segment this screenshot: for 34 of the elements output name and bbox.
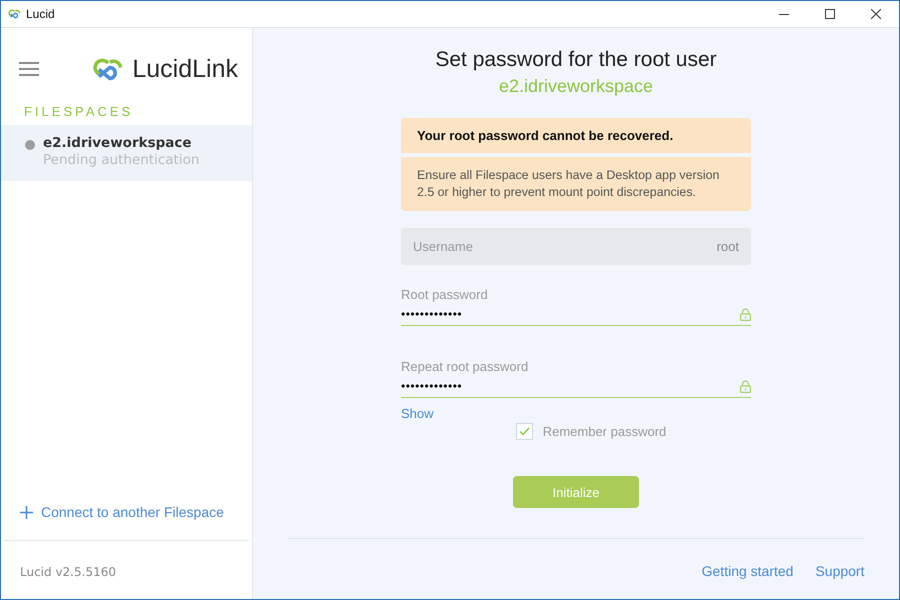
filespace-item[interactable]: e2.idriveworkspace Pending authentication xyxy=(1,125,252,181)
remember-checkbox[interactable] xyxy=(516,423,533,440)
maximize-icon[interactable] xyxy=(825,9,835,19)
plus-icon[interactable] xyxy=(20,506,33,518)
connect-link[interactable]: Connect to another Filespace xyxy=(41,504,224,520)
password-field[interactable]: Repeat root password ••••••••••••• xyxy=(401,359,751,398)
field-label: Repeat root password xyxy=(401,359,530,374)
password-value: ••••••••••••• xyxy=(401,307,462,321)
password-value: ••••••••••••• xyxy=(401,379,462,393)
window-title: Lucid xyxy=(26,7,56,21)
logo-text: LucidLink xyxy=(132,54,238,84)
remember-label: Remember password xyxy=(542,424,666,439)
lock-icon xyxy=(740,380,751,392)
initialize-button[interactable]: Initialize xyxy=(513,476,639,508)
show-link[interactable]: Show xyxy=(401,406,434,421)
footer-link[interactable]: Support xyxy=(815,563,864,579)
username-value: root xyxy=(716,239,739,254)
section-label: FILESPACES xyxy=(23,103,134,121)
version-label: Lucid v2.5.5160 xyxy=(4,540,249,599)
page-title: Set password for the root user xyxy=(435,48,717,72)
footer-link[interactable]: Getting started xyxy=(702,563,794,579)
warning-message: Ensure all Filespace users have a Desktop app version 2.5 or higher to prevent mount point discrepancies. xyxy=(401,157,751,211)
menu-icon[interactable] xyxy=(19,62,39,76)
filespace-subtitle: e2.idriveworkspace xyxy=(498,76,654,97)
app-icon xyxy=(7,8,22,20)
filespace-name: e2.idriveworkspace xyxy=(43,135,193,151)
warning-heading: Your root password cannot be recovered. xyxy=(401,118,751,153)
close-icon[interactable] xyxy=(871,9,881,19)
password-field[interactable]: Root password ••••••••••••• xyxy=(401,287,751,326)
lock-icon xyxy=(740,308,751,320)
checkmark-icon xyxy=(518,427,530,436)
filespace-status: Pending authentication xyxy=(43,152,200,168)
username-placeholder: Username xyxy=(413,239,473,254)
field-label: Root password xyxy=(401,287,489,302)
